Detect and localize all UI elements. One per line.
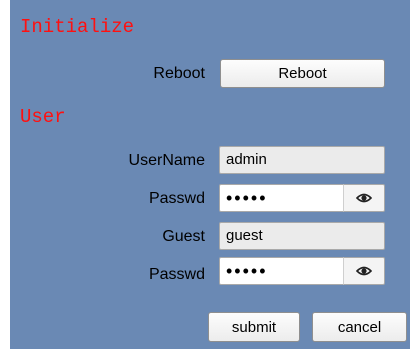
eye-icon bbox=[356, 266, 372, 276]
eye-icon bbox=[356, 193, 372, 203]
username-field[interactable]: admin bbox=[219, 146, 385, 174]
guest-password-field[interactable]: ••••• bbox=[219, 257, 344, 285]
guest-passwd-label: Passwd bbox=[148, 266, 205, 283]
reboot-label: Reboot bbox=[153, 65, 205, 82]
user-section-title: User bbox=[20, 106, 66, 128]
passwd-label: Passwd bbox=[148, 190, 205, 207]
username-label: UserName bbox=[128, 152, 205, 169]
submit-button[interactable]: submit bbox=[208, 312, 300, 342]
show-password-button[interactable] bbox=[343, 184, 385, 212]
cancel-button[interactable]: cancel bbox=[312, 312, 407, 342]
password-field[interactable]: ••••• bbox=[219, 184, 344, 212]
initialize-section-title: Initialize bbox=[20, 16, 135, 38]
show-guest-password-button[interactable] bbox=[343, 257, 385, 285]
guest-label: Guest bbox=[162, 228, 205, 245]
guest-field[interactable]: guest bbox=[219, 222, 385, 250]
settings-panel: Initialize Reboot Reboot User UserName a… bbox=[10, 0, 410, 349]
reboot-button[interactable]: Reboot bbox=[220, 59, 385, 88]
